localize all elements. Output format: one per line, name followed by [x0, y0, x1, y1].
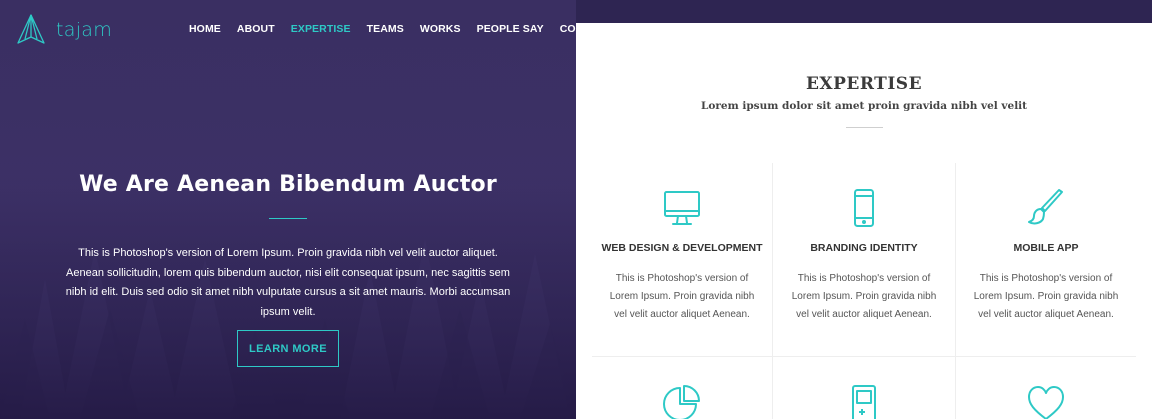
monitor-icon [664, 191, 700, 225]
mobile-phone-icon [854, 189, 874, 227]
expertise-card-title: WEB DESIGN & DEVELOPMENT [601, 242, 763, 254]
expertise-title: EXPERTISE [805, 74, 923, 94]
paint-brush-icon [1028, 189, 1063, 225]
expertise-divider [846, 127, 883, 128]
expertise-card-desc: This is Photoshop's version of Lorem Ips… [791, 273, 937, 320]
brand-name: tajam [56, 19, 113, 41]
pie-chart-icon [663, 385, 700, 419]
game-console-icon [852, 385, 876, 419]
expertise-card-desc: This is Photoshop's version of Lorem Ips… [609, 273, 755, 320]
hero-description: This is Photoshop's version of Lorem Ips… [65, 247, 511, 318]
learn-more-button[interactable]: LEARN MORE [237, 330, 339, 367]
grid-divider [592, 356, 1136, 357]
nav-works[interactable]: WORKS [420, 23, 461, 35]
expertise-card-analytics [592, 384, 772, 419]
nav-contact[interactable]: CONTACT [560, 23, 576, 35]
main-nav: HOME ABOUT EXPERTISE TEAMS WORKS PEOPLE … [189, 23, 576, 35]
nav-teams[interactable]: TEAMS [367, 23, 404, 35]
hero-title: We Are Aenean Bibendum Auctor [79, 172, 497, 197]
expertise-subtitle: Lorem ipsum dolor sit amet proin gravida… [700, 100, 1028, 112]
nav-home[interactable]: HOME [189, 23, 221, 35]
expertise-card-title: MOBILE APP [1013, 242, 1079, 254]
hero-section: tajam HOME ABOUT EXPERTISE TEAMS WORKS P… [0, 0, 576, 419]
nav-about[interactable]: ABOUT [237, 23, 275, 35]
nav-people-say[interactable]: PEOPLE SAY [477, 23, 544, 35]
expertise-card-support [956, 384, 1136, 419]
top-bar [576, 0, 1152, 23]
expertise-card-title: BRANDING IDENTITY [810, 242, 918, 254]
expertise-card-web-design: WEB DESIGN & DEVELOPMENT This is Photosh… [592, 188, 772, 324]
hero-divider [269, 218, 307, 219]
paper-plane-logo-icon [17, 14, 45, 44]
expertise-card-desc: This is Photoshop's version of Lorem Ips… [973, 273, 1119, 320]
brand-logo[interactable]: tajam [14, 12, 112, 48]
expertise-card-mobile-app: MOBILE APP This is Photoshop's version o… [956, 188, 1136, 324]
nav-expertise[interactable]: EXPERTISE [291, 23, 351, 35]
grid-divider [772, 163, 773, 419]
heart-icon [1028, 386, 1064, 419]
expertise-card-games [774, 384, 954, 419]
expertise-card-branding: BRANDING IDENTITY This is Photoshop's ve… [774, 188, 954, 324]
